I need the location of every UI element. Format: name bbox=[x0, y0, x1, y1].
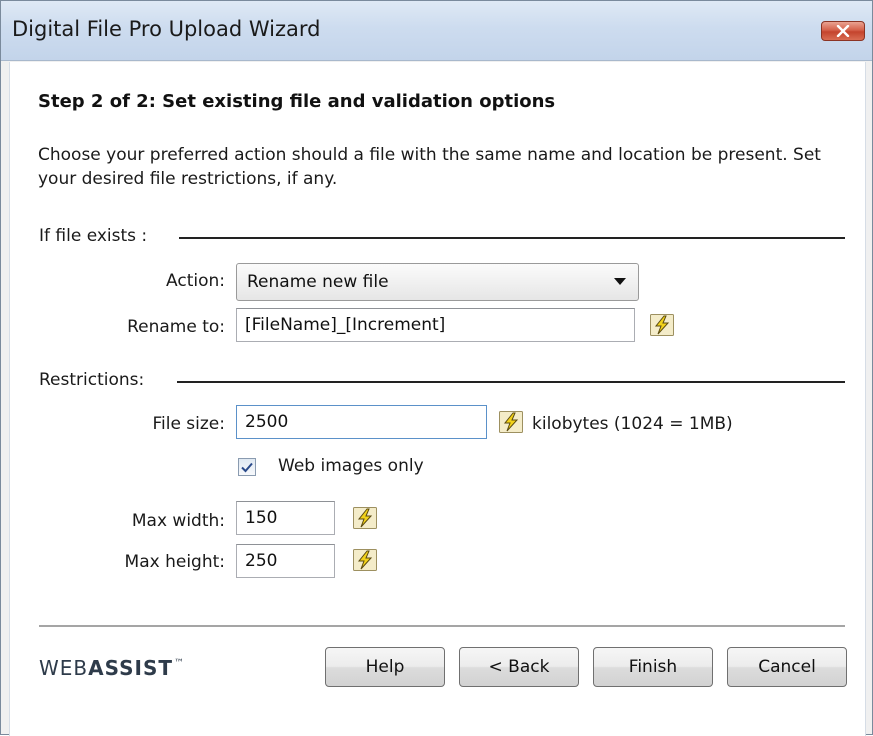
title-bar[interactable]: Digital File Pro Upload Wizard bbox=[1, 1, 872, 61]
rename-to-label: Rename to: bbox=[127, 317, 225, 337]
file-size-unit: kilobytes (1024 = 1MB) bbox=[532, 414, 733, 434]
step-heading: Step 2 of 2: Set existing file and valid… bbox=[38, 91, 556, 112]
max-width-input[interactable] bbox=[236, 501, 335, 535]
lightning-bolt-icon bbox=[353, 507, 377, 529]
web-images-only-label[interactable]: Web images only bbox=[278, 456, 424, 476]
max-height-input[interactable] bbox=[236, 544, 335, 578]
cancel-button[interactable]: Cancel bbox=[727, 647, 847, 687]
logo-web-text: WEB bbox=[39, 656, 89, 680]
close-icon bbox=[836, 25, 850, 37]
rename-to-input[interactable] bbox=[236, 308, 635, 342]
max-width-label: Max width: bbox=[131, 511, 225, 531]
action-label: Action: bbox=[166, 271, 225, 291]
chevron-down-icon bbox=[614, 278, 626, 285]
web-images-only-checkbox[interactable] bbox=[238, 458, 256, 476]
restrictions-group-label: Restrictions: bbox=[39, 370, 145, 390]
logo-trademark: ™ bbox=[174, 658, 185, 669]
max-height-dynamic-button[interactable] bbox=[352, 548, 378, 572]
if-file-exists-group-label: If file exists : bbox=[39, 226, 148, 246]
file-size-input[interactable] bbox=[236, 405, 487, 439]
if-file-exists-divider bbox=[179, 237, 845, 239]
lightning-bolt-icon bbox=[499, 411, 523, 433]
max-width-dynamic-button[interactable] bbox=[352, 506, 378, 530]
rename-to-dynamic-button[interactable] bbox=[649, 313, 675, 337]
webassist-logo: WEB ASSIST ™ bbox=[39, 656, 184, 682]
wizard-window: Digital File Pro Upload Wizard Step 2 of… bbox=[0, 0, 873, 736]
close-button[interactable] bbox=[821, 21, 865, 41]
footer-divider bbox=[39, 625, 845, 627]
file-size-label: File size: bbox=[152, 414, 225, 434]
checkmark-icon bbox=[241, 462, 253, 472]
help-button[interactable]: Help bbox=[325, 647, 445, 687]
action-select-value: Rename new file bbox=[247, 272, 389, 292]
step-description: Choose your preferred action should a fi… bbox=[38, 145, 821, 189]
back-button[interactable]: < Back bbox=[459, 647, 579, 687]
lightning-bolt-icon bbox=[353, 549, 377, 571]
lightning-bolt-icon bbox=[650, 314, 674, 336]
restrictions-divider bbox=[177, 381, 845, 383]
file-size-dynamic-button[interactable] bbox=[498, 410, 524, 434]
action-select[interactable]: Rename new file bbox=[236, 263, 639, 301]
finish-button[interactable]: Finish bbox=[593, 647, 713, 687]
window-title: Digital File Pro Upload Wizard bbox=[12, 17, 321, 41]
max-height-label: Max height: bbox=[124, 552, 225, 572]
logo-assist-text: ASSIST bbox=[88, 656, 174, 680]
